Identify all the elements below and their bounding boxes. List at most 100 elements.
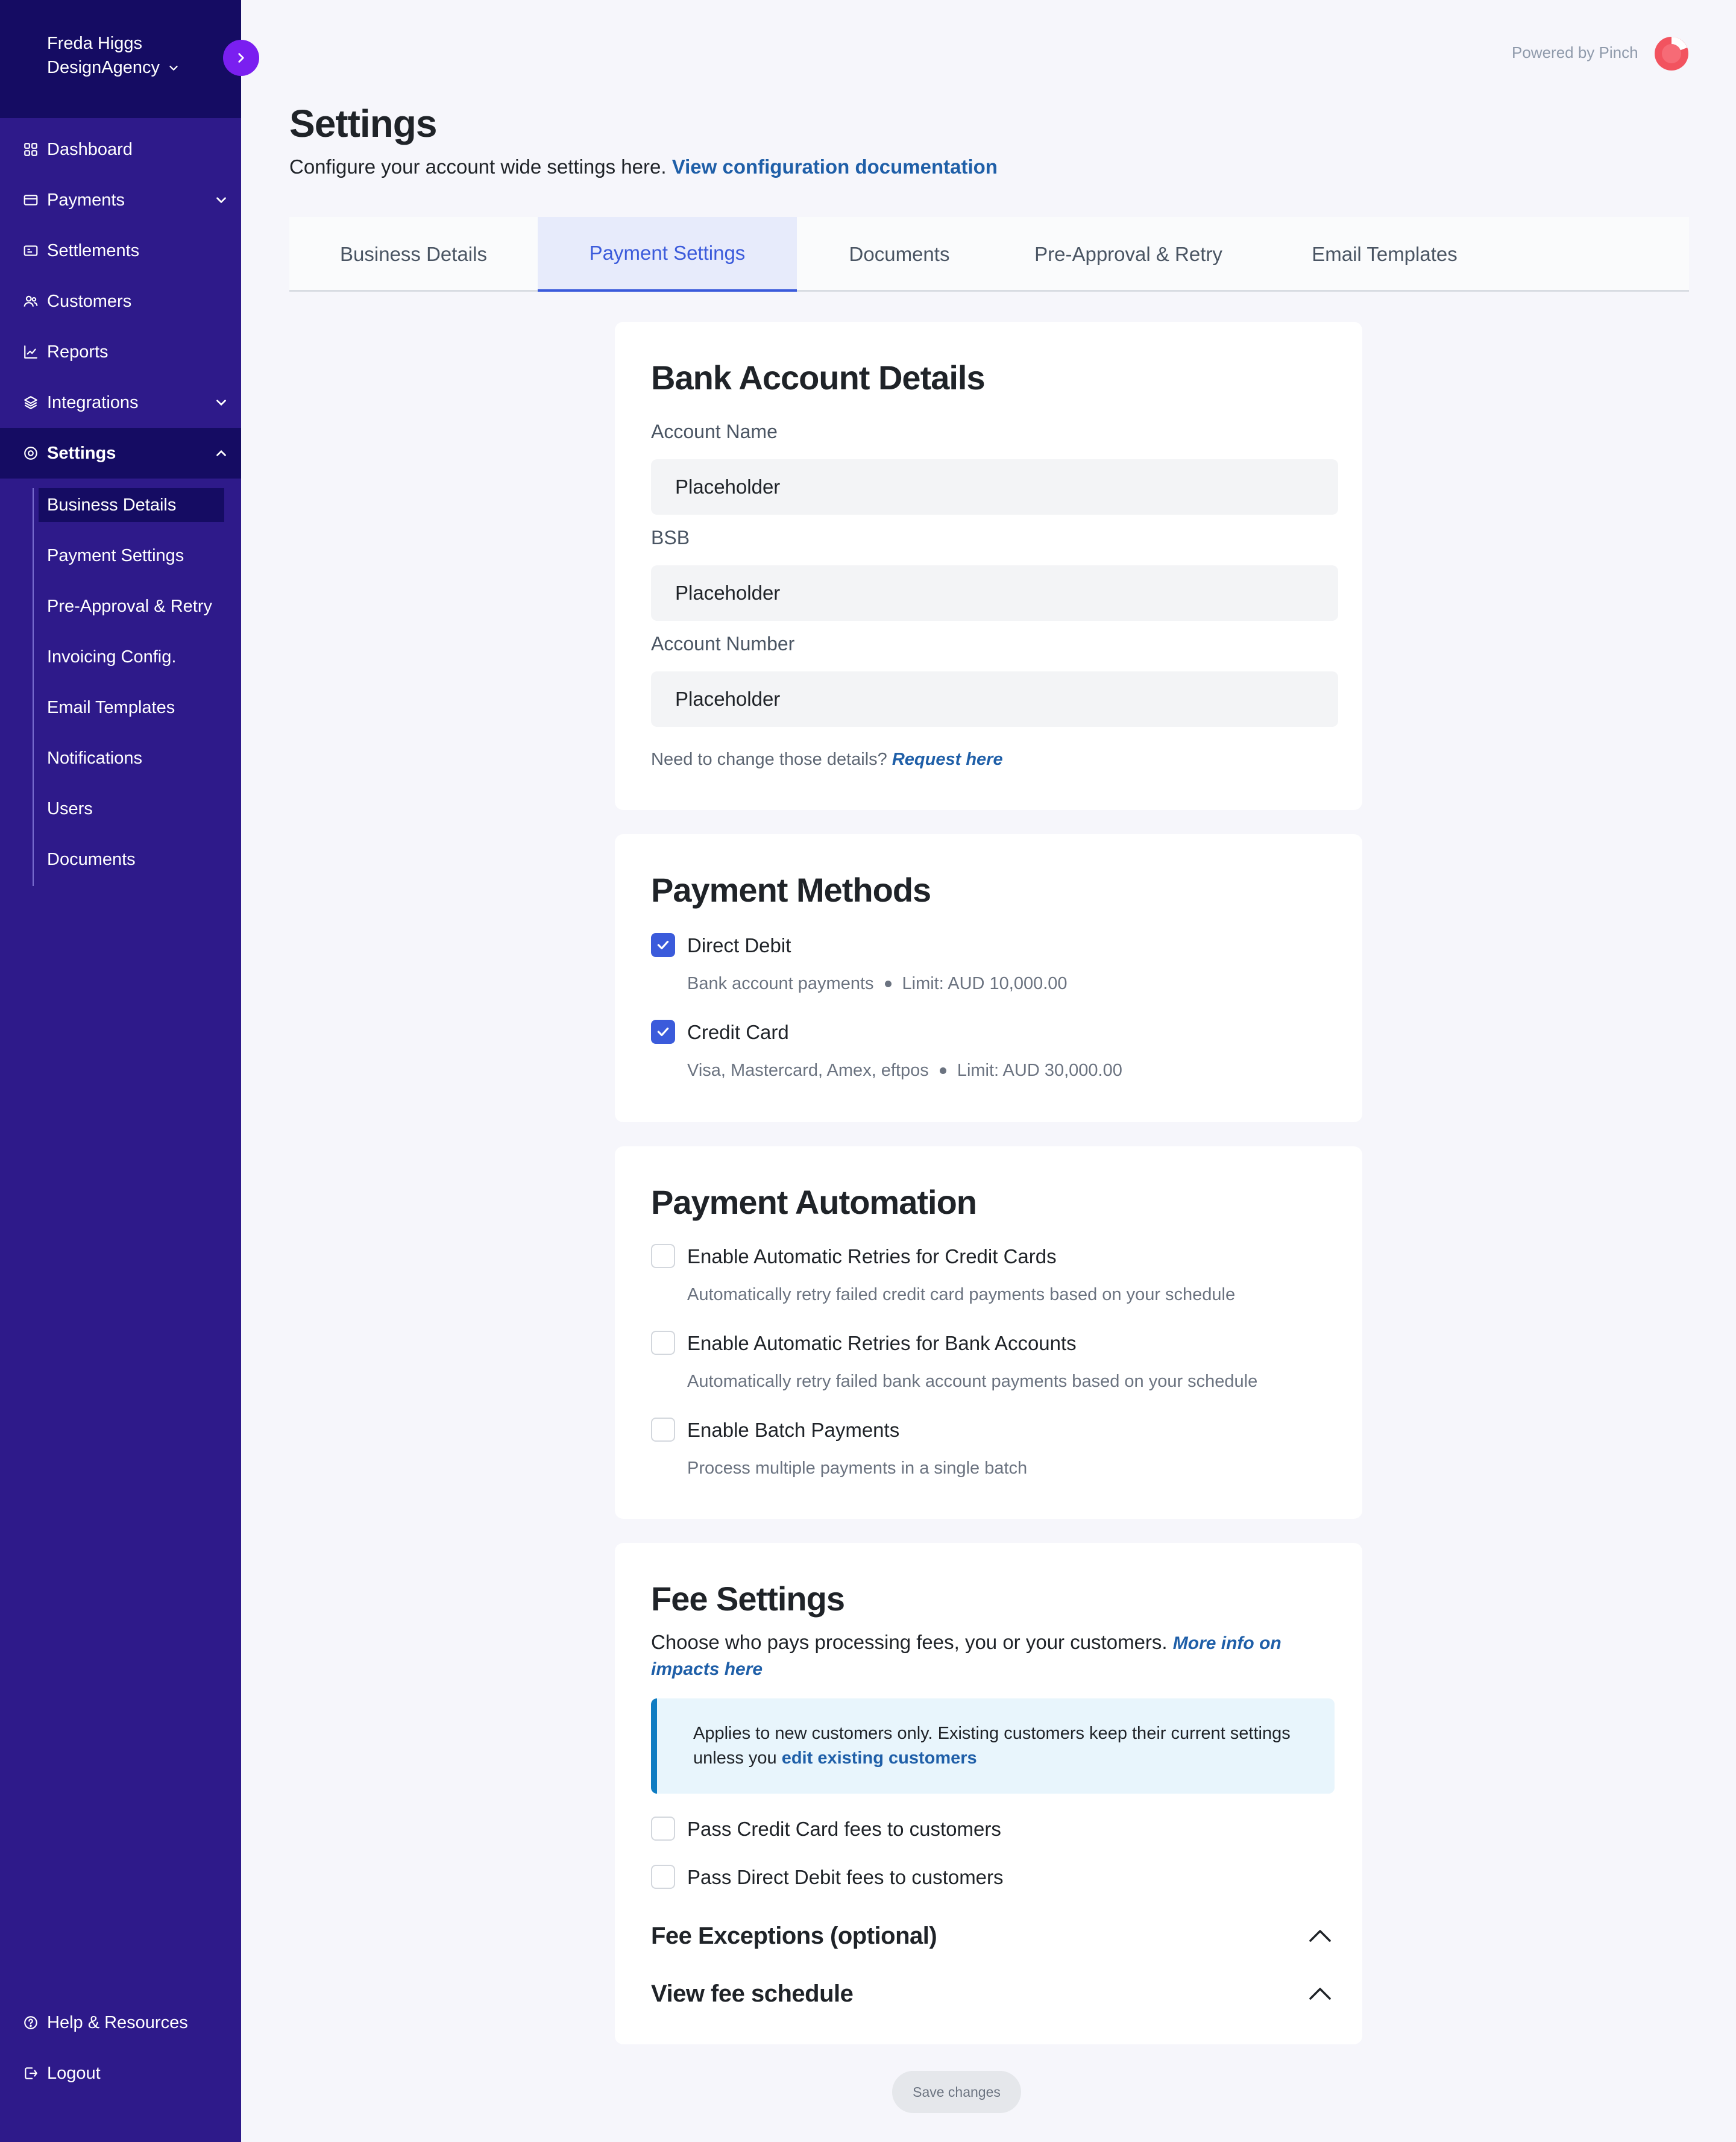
pass-cc-fees-checkbox[interactable]: [651, 1817, 675, 1841]
settings-tabs: Business Details Payment Settings Docume…: [289, 217, 1689, 292]
tab-payment-settings[interactable]: Payment Settings: [538, 217, 797, 292]
payment-methods-card: Payment Methods Direct Debit Bank accoun…: [615, 834, 1362, 1122]
credit-card-checkbox[interactable]: [651, 1020, 675, 1044]
save-changes-button[interactable]: Save changes: [892, 2071, 1021, 2113]
settlements-icon: [23, 243, 39, 259]
edit-existing-customers-link[interactable]: edit existing customers: [782, 1748, 977, 1768]
gear-icon: [23, 445, 39, 461]
nav-integrations[interactable]: Integrations: [0, 377, 241, 428]
bsb-field[interactable]: Placeholder: [651, 565, 1338, 621]
nav-help[interactable]: Help & Resources: [0, 1997, 241, 2048]
chevron-up-icon: [216, 450, 226, 456]
nav-settings[interactable]: Settings: [0, 428, 241, 479]
chevron-right-icon: [238, 53, 244, 63]
page-subtitle: Configure your account wide settings her…: [289, 155, 998, 178]
org-selector[interactable]: DesignAgency: [47, 58, 180, 78]
option-description: Automatically retry failed bank account …: [687, 1372, 1258, 1391]
nav-label: Integrations: [47, 392, 139, 412]
method-limit: Limit: AUD 10,000.00: [902, 974, 1068, 993]
layers-icon: [23, 395, 39, 410]
sub-business-details[interactable]: Business Details: [39, 488, 224, 522]
sub-pre-approval-retry[interactable]: Pre-Approval & Retry: [39, 589, 224, 623]
fee-desc-text: Choose who pays processing fees, you or …: [651, 1631, 1168, 1653]
sub-notifications[interactable]: Notifications: [39, 741, 224, 775]
sidebar-toggle-button[interactable]: [223, 40, 259, 76]
nav-dashboard[interactable]: Dashboard: [0, 124, 241, 175]
request-change-link[interactable]: Request here: [892, 750, 1003, 769]
separator-dot: [884, 981, 892, 987]
check-icon: [657, 1027, 669, 1037]
nav-label: Settlements: [47, 240, 140, 260]
nav-logout[interactable]: Logout: [0, 2048, 241, 2099]
tab-documents[interactable]: Documents: [797, 217, 1002, 292]
nav-label: Payments: [47, 190, 125, 210]
help-icon: [23, 2015, 39, 2031]
nav-label: Settings: [47, 443, 116, 463]
option-description: Process multiple payments in a single ba…: [687, 1459, 1028, 1478]
chevron-up-icon: [1309, 1988, 1331, 2000]
method-desc: Visa, Mastercard, Amex, eftpos: [687, 1061, 929, 1080]
account-number-field[interactable]: Placeholder: [651, 671, 1338, 727]
documentation-link[interactable]: View configuration documentation: [672, 155, 998, 178]
account-name-field[interactable]: Placeholder: [651, 459, 1338, 515]
check-icon: [657, 940, 669, 950]
nav-reports[interactable]: Reports: [0, 327, 241, 377]
nav-settlements[interactable]: Settlements: [0, 225, 241, 276]
accordion-title: Fee Exceptions (optional): [651, 1922, 937, 1949]
logout-icon: [23, 2065, 39, 2081]
fee-schedule-accordion[interactable]: View fee schedule: [651, 1976, 1332, 2012]
tab-business-details[interactable]: Business Details: [289, 217, 538, 292]
account-name-label: Account Name: [651, 421, 778, 442]
nav-label: Help & Resources: [47, 2012, 188, 2032]
option-label: Enable Batch Payments: [687, 1419, 900, 1441]
card-title: Bank Account Details: [651, 359, 986, 397]
nav-label: Reports: [47, 342, 108, 362]
payment-automation-card: Payment Automation Enable Automatic Retr…: [615, 1146, 1362, 1519]
bank-account-card: Bank Account Details Account Name Placeh…: [615, 322, 1362, 810]
tab-pre-approval-retry[interactable]: Pre-Approval & Retry: [1002, 217, 1255, 292]
option-label: Enable Automatic Retries for Credit Card…: [687, 1245, 1057, 1267]
method-desc: Bank account payments: [687, 974, 874, 993]
separator-dot: [939, 1067, 946, 1074]
option-description: Automatically retry failed credit card p…: [687, 1285, 1236, 1304]
option-description: Bank account payments Limit: AUD 10,000.0…: [687, 974, 1068, 994]
tab-email-templates[interactable]: Email Templates: [1255, 217, 1514, 292]
card-icon: [23, 192, 39, 208]
card-title: Fee Settings: [651, 1580, 845, 1618]
batch-payments-checkbox[interactable]: [651, 1418, 675, 1442]
account-number-label: Account Number: [651, 633, 795, 655]
nav-label: Dashboard: [47, 139, 133, 159]
account-switcher[interactable]: Freda Higgs DesignAgency: [0, 0, 241, 118]
bsb-label: BSB: [651, 527, 690, 548]
subtitle-text: Configure your account wide settings her…: [289, 155, 667, 178]
user-name: Freda Higgs: [47, 34, 142, 53]
sub-users[interactable]: Users: [39, 792, 224, 826]
sub-payment-settings[interactable]: Payment Settings: [39, 539, 224, 573]
org-name: DesignAgency: [47, 58, 160, 77]
helper-text: Need to change those details?: [651, 750, 887, 769]
pass-dd-fees-checkbox[interactable]: [651, 1865, 675, 1889]
direct-debit-checkbox[interactable]: [651, 933, 675, 957]
nav-label: Logout: [47, 2063, 101, 2083]
sub-invoicing-config[interactable]: Invoicing Config.: [39, 640, 224, 674]
page-title: Settings: [289, 102, 437, 145]
fee-exceptions-accordion[interactable]: Fee Exceptions (optional): [651, 1918, 1332, 1954]
sub-email-templates[interactable]: Email Templates: [39, 691, 224, 724]
change-details-helper: Need to change those details? Request he…: [651, 750, 1003, 770]
powered-by-text: Powered by Pinch: [1512, 43, 1638, 61]
option-label: Direct Debit: [687, 934, 791, 956]
nav-label: Customers: [47, 291, 132, 311]
sidebar: Freda Higgs DesignAgency Dashboard Payme…: [0, 0, 241, 2142]
chevron-up-icon: [1309, 1930, 1331, 1942]
chevron-down-icon: [216, 400, 226, 406]
accordion-title: View fee schedule: [651, 1980, 854, 2007]
card-title: Payment Methods: [651, 871, 931, 909]
nav-payments[interactable]: Payments: [0, 175, 241, 225]
cc-retries-checkbox[interactable]: [651, 1244, 675, 1268]
bank-retries-checkbox[interactable]: [651, 1331, 675, 1355]
fee-description: Choose who pays processing fees, you or …: [651, 1630, 1332, 1682]
submenu-rail: [33, 488, 34, 886]
nav-customers[interactable]: Customers: [0, 276, 241, 327]
users-icon: [23, 294, 39, 309]
sub-documents[interactable]: Documents: [39, 843, 224, 876]
